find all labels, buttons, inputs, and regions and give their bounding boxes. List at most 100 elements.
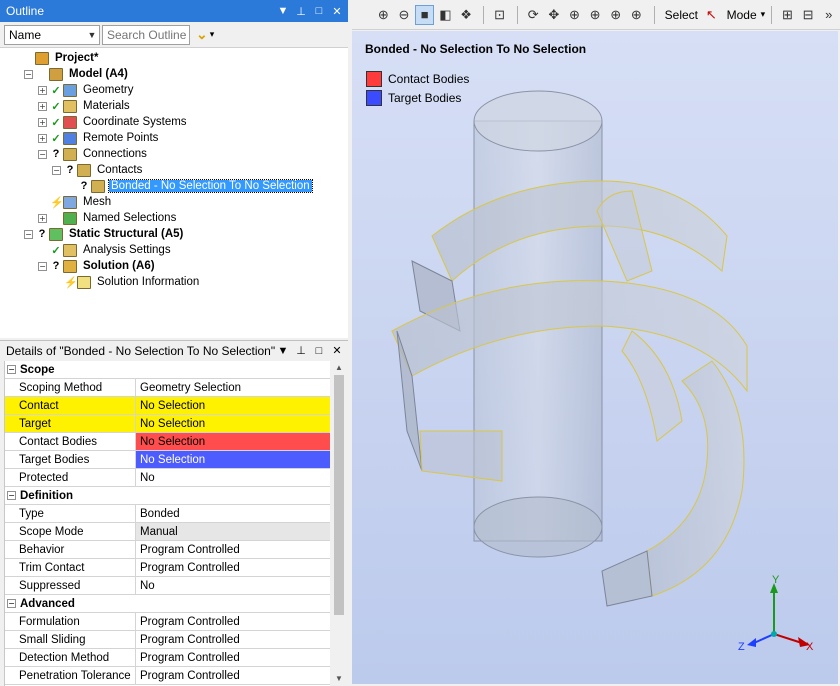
select-mode-icon[interactable]: ⊞: [778, 5, 797, 25]
category-header[interactable]: − Advanced: [5, 595, 75, 612]
filter-chevron-icon[interactable]: ⌄: [196, 26, 208, 43]
overflow-icon[interactable]: »: [819, 5, 838, 25]
tree-node[interactable]: ⚡ Mesh: [38, 194, 113, 210]
collapse-icon[interactable]: −: [24, 229, 33, 239]
expand-icon[interactable]: +: [38, 133, 47, 143]
select-cursor-icon[interactable]: ↖: [702, 5, 721, 25]
property-value[interactable]: Program Controlled: [136, 649, 330, 666]
outline-filter-select[interactable]: Name ▼: [4, 24, 100, 45]
tree-node[interactable]: −? Solution (A6): [38, 258, 157, 274]
details-property-row[interactable]: Scoping Method Geometry Selection: [5, 379, 330, 397]
details-property-row[interactable]: Behavior Program Controlled: [5, 541, 330, 559]
collapse-icon[interactable]: −: [24, 69, 33, 79]
tree-node[interactable]: + ✓ Geometry: [38, 82, 136, 98]
pin-icon[interactable]: ⊥: [294, 5, 308, 18]
dropdown-icon[interactable]: ▼: [276, 345, 290, 357]
shaded-view-icon[interactable]: ■: [415, 4, 435, 25]
zoom-to-fit-icon[interactable]: ⊕: [374, 5, 393, 25]
property-value[interactable]: No Selection: [136, 415, 330, 432]
chevron-down-icon[interactable]: ▾: [761, 9, 766, 20]
wireframe-icon[interactable]: ◧: [436, 5, 455, 25]
expand-icon[interactable]: +: [38, 101, 47, 111]
category-header[interactable]: − Scope: [5, 361, 55, 378]
tree-node[interactable]: + Named Selections: [38, 210, 178, 226]
rotate-icon[interactable]: ⟳: [524, 5, 543, 25]
details-property-row[interactable]: Scope Mode Manual: [5, 523, 330, 541]
details-property-row[interactable]: Contact Bodies No Selection: [5, 433, 330, 451]
property-value[interactable]: No: [136, 469, 330, 486]
property-value[interactable]: Manual: [136, 523, 330, 540]
tree-node[interactable]: −? Static Structural (A5): [24, 226, 185, 242]
tree-node[interactable]: + ✓ Materials: [38, 98, 132, 114]
details-property-row[interactable]: Detection Method Program Controlled: [5, 649, 330, 667]
zoom-icon[interactable]: ⊕: [565, 5, 584, 25]
details-property-row[interactable]: Type Bonded: [5, 505, 330, 523]
property-value[interactable]: Geometry Selection: [136, 379, 330, 396]
chevron-down-icon[interactable]: ▾: [210, 29, 215, 40]
details-category-row[interactable]: − Definition: [5, 487, 330, 505]
tree-node[interactable]: ⚡ Solution Information: [52, 274, 201, 290]
details-property-row[interactable]: Formulation Program Controlled: [5, 613, 330, 631]
tree-node[interactable]: − Model (A4): [24, 66, 130, 82]
tree-node[interactable]: Project*: [10, 50, 100, 66]
details-property-row[interactable]: Protected No: [5, 469, 330, 487]
property-value[interactable]: Program Controlled: [136, 667, 330, 684]
search-outline-input[interactable]: [102, 24, 190, 45]
expand-icon[interactable]: +: [38, 117, 47, 127]
collapse-icon[interactable]: −: [38, 261, 47, 271]
property-value[interactable]: No: [136, 577, 330, 594]
graphics-viewport[interactable]: Y X Z Bonded - No Selection To No Select…: [352, 31, 838, 684]
pin-icon[interactable]: ⊥: [294, 344, 308, 357]
zoom-box-icon[interactable]: ⊕: [586, 5, 605, 25]
details-property-row[interactable]: Target No Selection: [5, 415, 330, 433]
tree-node[interactable]: ? Bonded - No Selection To No Selection: [66, 178, 313, 194]
scroll-up-icon[interactable]: ▲: [331, 361, 347, 375]
extend-selection-icon[interactable]: ⊟: [799, 5, 818, 25]
details-property-row[interactable]: Small Sliding Program Controlled: [5, 631, 330, 649]
close-icon[interactable]: ✕: [330, 5, 344, 18]
details-category-row[interactable]: − Scope: [5, 361, 330, 379]
collapse-icon[interactable]: −: [7, 365, 16, 374]
collapse-icon[interactable]: −: [38, 149, 47, 159]
details-scrollbar[interactable]: ▲ ▼: [331, 361, 347, 686]
select-label[interactable]: Select: [665, 8, 698, 22]
property-value[interactable]: No Selection: [136, 397, 330, 414]
collapse-icon[interactable]: −: [7, 599, 16, 608]
pan-icon[interactable]: ✥: [545, 5, 564, 25]
collapse-icon[interactable]: −: [52, 165, 61, 175]
property-value[interactable]: Program Controlled: [136, 541, 330, 558]
expand-icon[interactable]: +: [38, 85, 47, 95]
model-geometry[interactable]: Y X Z: [352, 31, 838, 684]
tree-node[interactable]: −? Contacts: [52, 162, 144, 178]
details-property-row[interactable]: Suppressed No: [5, 577, 330, 595]
tree-node[interactable]: + ✓ Remote Points: [38, 130, 160, 146]
details-property-row[interactable]: Penetration Tolerance Program Controlled: [5, 667, 330, 685]
dropdown-icon[interactable]: ▼: [276, 5, 290, 17]
details-property-row[interactable]: Contact No Selection: [5, 397, 330, 415]
property-value[interactable]: No Selection: [136, 451, 330, 468]
maximize-icon[interactable]: □: [312, 5, 326, 17]
tree-node[interactable]: −? Connections: [38, 146, 149, 162]
scroll-thumb[interactable]: [334, 375, 344, 615]
details-property-row[interactable]: Trim Contact Program Controlled: [5, 559, 330, 577]
details-property-row[interactable]: Target Bodies No Selection: [5, 451, 330, 469]
fit-view-icon[interactable]: ⊡: [490, 5, 509, 25]
magnifier-icon[interactable]: ⊕: [627, 5, 646, 25]
zoom-fit-icon[interactable]: ⊕: [606, 5, 625, 25]
zoom-out-icon[interactable]: ⊖: [395, 5, 414, 25]
expand-icon[interactable]: +: [38, 213, 47, 223]
category-header[interactable]: − Definition: [5, 487, 73, 504]
tree-node[interactable]: ✓ Analysis Settings: [38, 242, 173, 258]
property-value[interactable]: Program Controlled: [136, 631, 330, 648]
details-category-row[interactable]: − Advanced: [5, 595, 330, 613]
scroll-down-icon[interactable]: ▼: [331, 672, 347, 686]
tree-node[interactable]: + ✓ Coordinate Systems: [38, 114, 189, 130]
property-value[interactable]: Bonded: [136, 505, 330, 522]
maximize-icon[interactable]: □: [312, 345, 326, 357]
property-value[interactable]: Program Controlled: [136, 613, 330, 630]
property-value[interactable]: Program Controlled: [136, 559, 330, 576]
mode-dropdown[interactable]: Mode: [727, 8, 757, 22]
display-options-icon[interactable]: ❖: [457, 5, 476, 25]
close-icon[interactable]: ✕: [330, 344, 344, 357]
property-value[interactable]: No Selection: [136, 433, 330, 450]
